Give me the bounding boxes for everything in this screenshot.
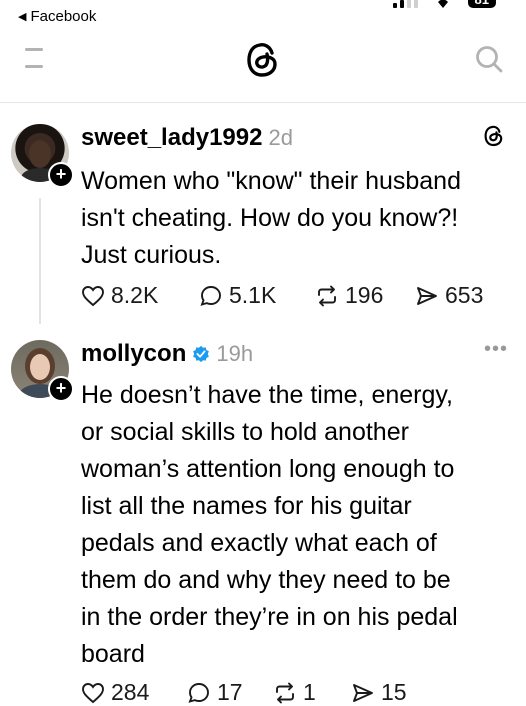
app-header <box>0 34 526 103</box>
threads-logo-icon <box>484 125 503 147</box>
search-icon[interactable] <box>474 44 504 74</box>
wifi-icon <box>437 0 448 8</box>
post-time: 2d <box>268 125 293 150</box>
verified-badge-icon <box>193 345 210 363</box>
share-button[interactable]: 653 <box>415 282 483 309</box>
post-header: sweet_lady1992 2d <box>81 124 293 152</box>
post-text: He doesn’t have the time, energy, or soc… <box>81 381 458 668</box>
like-count: 284 <box>111 679 150 705</box>
like-button[interactable]: 284 <box>81 679 187 706</box>
like-button[interactable]: 8.2K <box>81 282 199 309</box>
repost-count: 196 <box>345 282 384 308</box>
post-time: 19h <box>216 341 254 366</box>
battery-indicator: 81 <box>467 0 496 8</box>
share-count: 15 <box>381 679 407 705</box>
share-button[interactable]: 15 <box>351 679 407 706</box>
reply-bubble-icon <box>200 285 221 306</box>
more-options-button[interactable]: ••• <box>484 338 508 361</box>
reply-count: 5.1K <box>229 282 277 308</box>
share-count: 653 <box>445 282 484 308</box>
repost-button[interactable]: 196 <box>315 282 415 309</box>
follow-plus-icon[interactable]: + <box>48 162 74 188</box>
post-actions: 284 17 1 15 <box>81 679 407 706</box>
status-indicators: 81 <box>392 0 496 8</box>
repost-count: 1 <box>303 679 316 705</box>
post-actions: 8.2K 5.1K 196 653 <box>81 282 483 309</box>
post-header: mollycon 19h <box>81 340 253 368</box>
back-label: Facebook <box>30 8 97 25</box>
like-count: 8.2K <box>111 282 159 308</box>
back-to-facebook-link[interactable]: ◀ Facebook <box>18 8 96 25</box>
reply-count: 17 <box>217 679 243 705</box>
thread-line <box>39 198 41 324</box>
share-send-icon <box>417 286 437 305</box>
post-text: Women who "know" their husband isn't che… <box>81 167 461 269</box>
threads-logo-icon[interactable] <box>243 40 283 80</box>
follow-plus-icon[interactable]: + <box>48 376 74 402</box>
back-arrow-icon: ◀ <box>18 11 27 23</box>
heart-icon <box>82 285 104 306</box>
repost-icon <box>318 285 336 306</box>
status-bar: ◀ Facebook 81 <box>0 0 526 34</box>
menu-icon[interactable] <box>25 48 43 68</box>
reply-button[interactable]: 5.1K <box>199 282 315 309</box>
reply-button[interactable]: 17 <box>187 679 273 706</box>
username[interactable]: sweet_lady1992 <box>81 124 262 152</box>
username[interactable]: mollycon <box>81 340 186 368</box>
cellular-signal-icon <box>392 0 418 8</box>
repost-button[interactable]: 1 <box>273 679 351 706</box>
